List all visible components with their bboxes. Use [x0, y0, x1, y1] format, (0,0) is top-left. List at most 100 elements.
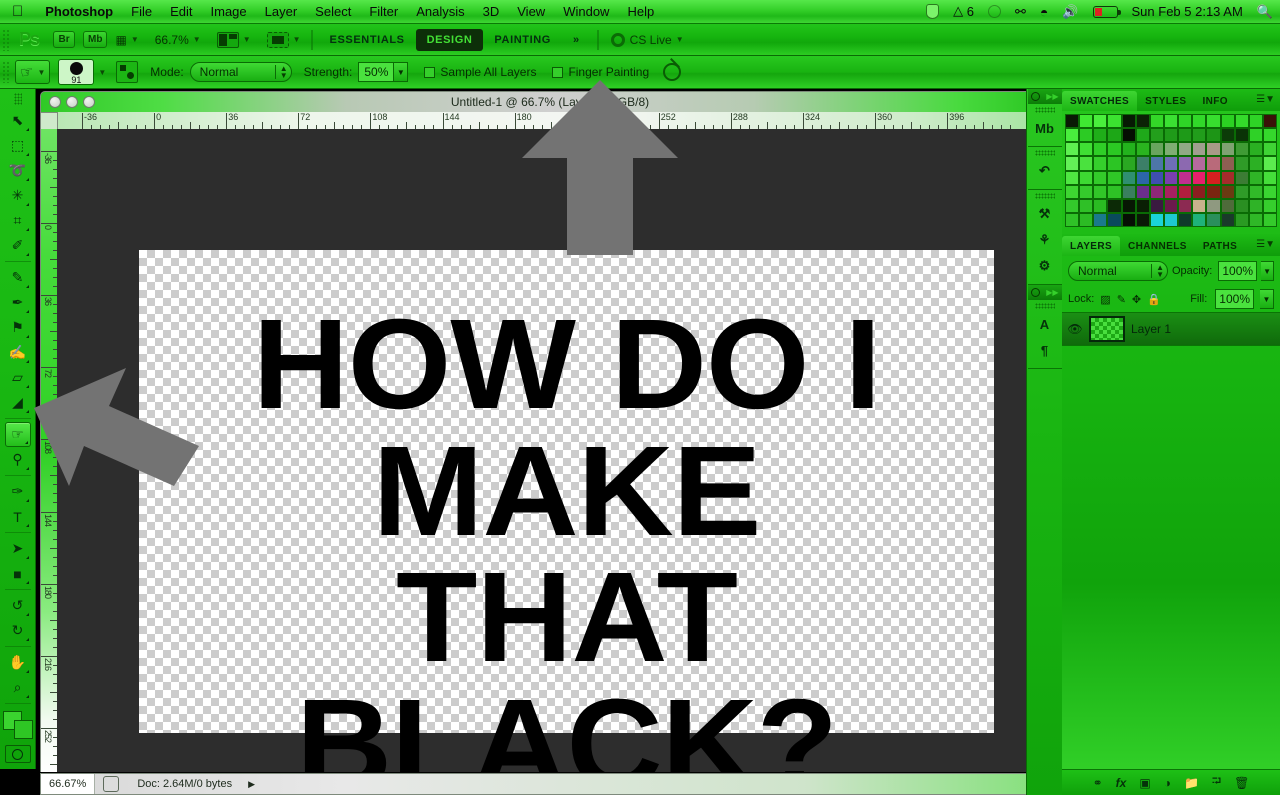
- menu-item-analysis[interactable]: Analysis: [407, 4, 473, 19]
- launch-bridge-button[interactable]: Br: [53, 31, 76, 48]
- view-extras-dropdown[interactable]: ▦ ▼: [115, 33, 138, 47]
- menu-item-3d[interactable]: 3D: [474, 4, 509, 19]
- fill-dropdown-icon[interactable]: ▼: [1260, 289, 1274, 310]
- color-swatch[interactable]: [1065, 170, 1080, 185]
- color-swatch[interactable]: [1079, 128, 1094, 143]
- adjustment-layer-icon[interactable]: ◑: [1164, 776, 1171, 790]
- color-swatch[interactable]: [1248, 114, 1263, 129]
- opacity-input[interactable]: 100%: [1218, 261, 1258, 282]
- color-swatch[interactable]: [1135, 142, 1150, 157]
- tool-preset-picker[interactable]: ☞ ▼: [15, 60, 51, 84]
- layer-name[interactable]: Layer 1: [1131, 322, 1171, 336]
- menu-item-window[interactable]: Window: [554, 4, 618, 19]
- finger-painting-checkbox[interactable]: Finger Painting: [552, 65, 649, 79]
- color-swatch[interactable]: [1178, 184, 1193, 199]
- color-swatch[interactable]: [1220, 114, 1235, 129]
- color-swatch[interactable]: [1262, 114, 1278, 129]
- color-swatch[interactable]: [1121, 156, 1136, 171]
- rectangular-marquee-tool[interactable]: ⬚: [5, 133, 31, 158]
- new-layer-icon[interactable]: ⮒: [1212, 772, 1221, 793]
- color-swatch[interactable]: [1220, 142, 1235, 157]
- color-swatch[interactable]: [1093, 114, 1108, 129]
- 3d-object-rotate-tool[interactable]: ↺: [5, 593, 31, 618]
- color-swatch[interactable]: [1206, 142, 1221, 157]
- color-swatch[interactable]: [1107, 198, 1122, 213]
- color-swatch[interactable]: [1163, 128, 1179, 143]
- character-panel-icon[interactable]: A: [1032, 311, 1058, 337]
- color-swatch[interactable]: [1234, 114, 1249, 129]
- sample-all-layers-checkbox[interactable]: Sample All Layers: [424, 65, 536, 79]
- color-swatch[interactable]: [1065, 184, 1080, 199]
- strength-dropdown-icon[interactable]: ▼: [394, 62, 409, 82]
- color-swatch[interactable]: [1178, 156, 1193, 171]
- dock-group-handle[interactable]: [1034, 303, 1055, 309]
- color-swatch[interactable]: [1262, 170, 1278, 185]
- status-expand-icon[interactable]: ▶: [248, 779, 255, 790]
- hand-tool[interactable]: ✋: [5, 650, 31, 675]
- color-swatch[interactable]: [1220, 128, 1235, 143]
- apple-menu-icon[interactable]: : [0, 4, 36, 19]
- color-swatch[interactable]: [1192, 128, 1207, 143]
- color-swatch[interactable]: [1206, 170, 1221, 185]
- spot-healing-brush-tool[interactable]: ✎: [5, 265, 31, 290]
- foreground-background-color[interactable]: [2, 711, 33, 739]
- color-swatch[interactable]: [1121, 198, 1136, 213]
- color-swatch[interactable]: [1093, 184, 1108, 199]
- color-swatch[interactable]: [1262, 142, 1278, 157]
- tab-channels[interactable]: CHANNELS: [1120, 236, 1195, 256]
- color-swatch[interactable]: [1107, 114, 1122, 129]
- color-swatch[interactable]: [1163, 212, 1179, 228]
- layer-thumbnail[interactable]: [1089, 316, 1125, 343]
- volume-icon[interactable]: 🔊: [1055, 4, 1085, 20]
- color-swatch[interactable]: [1079, 142, 1094, 157]
- screen-mode-dropdown[interactable]: ▼: [259, 31, 301, 48]
- color-swatch[interactable]: [1192, 198, 1207, 213]
- artboard-transparent-canvas[interactable]: HOW DO I MAKE THAT BLACK?: [139, 250, 994, 772]
- color-swatch[interactable]: [1135, 156, 1150, 171]
- history-panel-icon[interactable]: ↶: [1032, 158, 1058, 184]
- color-swatch[interactable]: [1149, 184, 1164, 199]
- mini-bridge-icon[interactable]: Mb: [1032, 115, 1058, 141]
- color-swatch[interactable]: [1262, 156, 1278, 171]
- collapse-panels-button[interactable]: ▶▶: [1027, 89, 1062, 104]
- menu-item-layer[interactable]: Layer: [256, 4, 307, 19]
- workspace-tab-painting[interactable]: PAINTING: [483, 29, 562, 51]
- tab-swatches[interactable]: SWATCHES: [1062, 91, 1138, 111]
- color-swatch[interactable]: [1192, 170, 1207, 185]
- layer-row[interactable]: 👁 Layer 1: [1062, 312, 1280, 347]
- brush-tool[interactable]: ✒: [5, 290, 31, 315]
- smudge-tool[interactable]: ☞: [4, 422, 31, 447]
- color-swatch[interactable]: [1163, 142, 1179, 157]
- color-swatch[interactable]: [1149, 142, 1164, 157]
- color-swatch[interactable]: [1163, 114, 1179, 129]
- color-swatch[interactable]: [1121, 142, 1136, 157]
- ruler-corner[interactable]: [40, 112, 57, 129]
- lock-image-pixels-icon[interactable]: ✎: [1117, 293, 1126, 306]
- paint-bucket-tool[interactable]: ◢: [5, 390, 31, 415]
- panel-menu-icon[interactable]: ☰▼: [1256, 239, 1275, 250]
- battery-icon[interactable]: [1086, 5, 1125, 18]
- color-swatch[interactable]: [1135, 170, 1150, 185]
- fill-input[interactable]: 100%: [1215, 289, 1254, 310]
- color-swatch[interactable]: [1121, 128, 1136, 143]
- color-swatch[interactable]: [1248, 184, 1263, 199]
- color-swatch[interactable]: [1107, 128, 1122, 143]
- color-swatch[interactable]: [1107, 170, 1122, 185]
- color-swatch[interactable]: [1248, 142, 1263, 157]
- move-tool[interactable]: ⬉: [5, 108, 31, 133]
- color-swatch[interactable]: [1248, 212, 1263, 228]
- eyedropper-tool[interactable]: ✐: [5, 233, 31, 258]
- color-swatch[interactable]: [1178, 142, 1193, 157]
- color-swatch[interactable]: [1107, 156, 1122, 171]
- color-swatch[interactable]: [1192, 142, 1207, 157]
- color-swatch[interactable]: [1093, 170, 1108, 185]
- brush-preset-picker[interactable]: 91: [58, 59, 95, 85]
- color-swatch[interactable]: [1079, 170, 1094, 185]
- link-layers-icon[interactable]: ⚭: [1093, 776, 1103, 790]
- menu-item-edit[interactable]: Edit: [161, 4, 201, 19]
- color-swatch[interactable]: [1079, 184, 1094, 199]
- color-swatch[interactable]: [1121, 114, 1136, 129]
- color-panel-icon[interactable]: ⚘: [1032, 227, 1058, 253]
- color-swatch[interactable]: [1220, 198, 1235, 213]
- color-swatch[interactable]: [1107, 212, 1122, 228]
